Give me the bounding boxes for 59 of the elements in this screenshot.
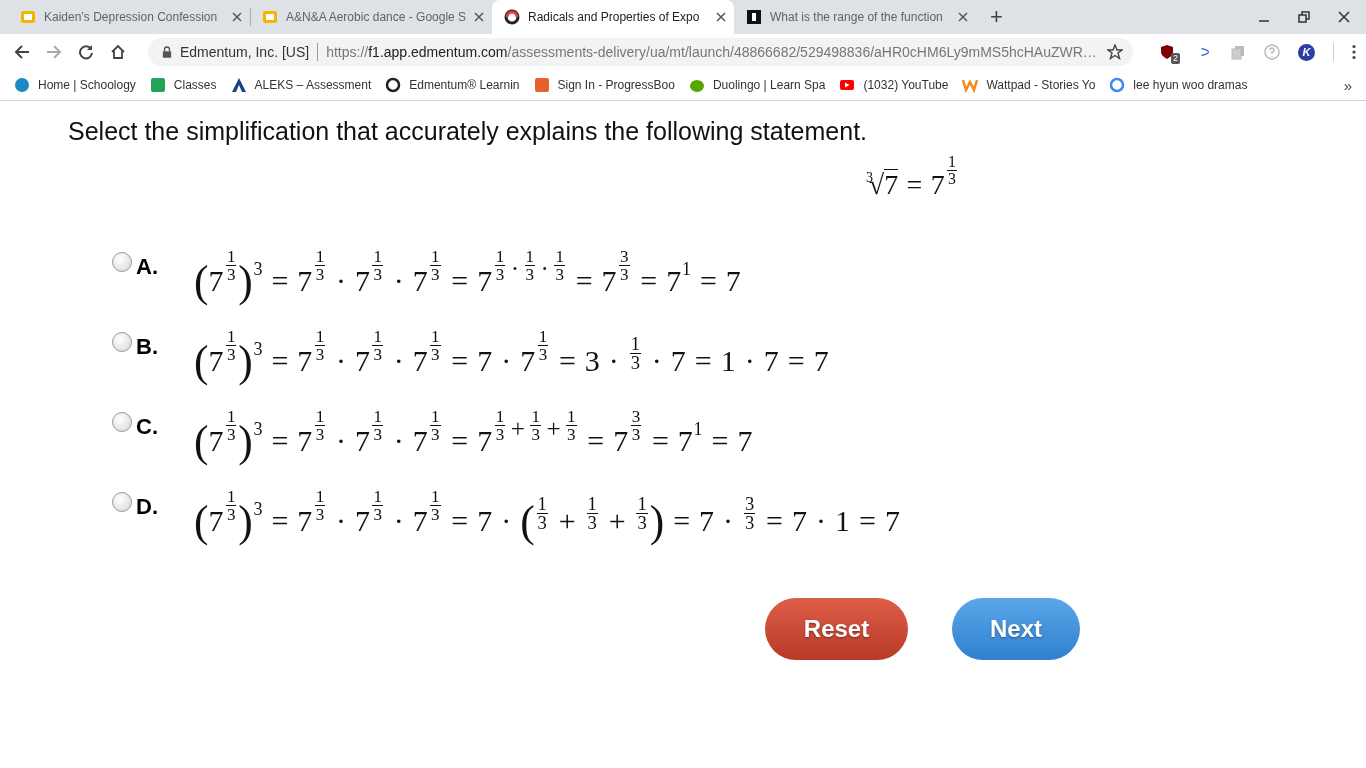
site-name: Edmentum, Inc. [US]	[180, 44, 310, 60]
star-icon[interactable]	[1107, 44, 1123, 60]
bookmark[interactable]: Classes	[149, 77, 217, 93]
question-text: Select the simplification that accurately explains the following statement.	[68, 117, 869, 146]
radio-button[interactable]	[112, 412, 132, 432]
ring-logo-icon	[385, 77, 402, 93]
bookmark[interactable]: Duolingo | Learn Spa	[688, 77, 826, 93]
tab-title: A&N&A Aerobic dance - Google S	[286, 10, 467, 24]
bookmark[interactable]: lee hyun woo dramas	[1109, 77, 1248, 93]
back-icon[interactable]	[14, 44, 30, 60]
url-text: https://f1.app.edmentum.com/assessments-delivery/ua/mt/launch/48866682/529498836/aHR0cHM6Ly9mMS5hcHAuZWR…	[326, 44, 1098, 60]
radio-button[interactable]	[112, 332, 132, 352]
browser-tab[interactable]: Kaiden’s Depression Confession	[8, 0, 250, 34]
more-bookmarks-button[interactable]: »	[1339, 76, 1356, 94]
bookmark[interactable]: (1032) YouTube	[839, 77, 949, 93]
lock-icon	[162, 46, 172, 58]
menu-icon[interactable]	[1352, 44, 1356, 60]
new-tab-button[interactable]: +	[978, 0, 1015, 34]
reset-button[interactable]: Reset	[765, 598, 908, 660]
restore-icon[interactable]	[1298, 11, 1310, 23]
bookmark[interactable]: Home | Schoology	[14, 77, 136, 93]
square-logo-icon	[533, 77, 550, 93]
option-letter: A.	[135, 254, 159, 280]
shield-icon[interactable]	[1159, 44, 1175, 60]
bookmark[interactable]: ALEKS – Assessment	[230, 77, 372, 93]
close-icon[interactable]	[474, 12, 485, 22]
close-icon[interactable]	[232, 12, 242, 22]
address-bar[interactable]: Edmentum, Inc. [US] https://f1.app.edmentum.com/assessments-delivery/ua/mt/launch/48866682/529498836/aHR0cHM6Ly9mMS5hcHAuZWR…	[148, 38, 1133, 66]
ring-logo-icon	[504, 9, 520, 25]
triangle-logo-icon	[230, 77, 247, 93]
play-icon	[839, 77, 856, 93]
circle-logo-icon	[14, 77, 30, 93]
option-letter: D.	[135, 494, 159, 520]
radio-button[interactable]	[112, 492, 132, 512]
browser-tab[interactable]: Radicals and Properties of Expo	[492, 0, 734, 34]
bookmark[interactable]: Edmentum® Learnin	[385, 77, 520, 93]
profile-avatar[interactable]: K	[1298, 43, 1315, 61]
slide-icon	[20, 9, 36, 25]
close-icon[interactable]	[958, 12, 968, 22]
option-letter: B.	[135, 334, 159, 360]
browser-tab[interactable]: What is the range of the function	[734, 0, 976, 34]
radio-button[interactable]	[112, 252, 132, 272]
bookmark[interactable]: Sign In - ProgressBoo	[533, 77, 675, 93]
reload-icon[interactable]	[78, 44, 94, 60]
tab-title: What is the range of the function	[770, 10, 944, 24]
square-logo-icon	[149, 77, 166, 93]
tab-title: Kaiden’s Depression Confession	[44, 10, 219, 24]
slide-icon	[262, 9, 278, 25]
close-icon[interactable]	[716, 12, 726, 22]
zigzag-logo-icon	[962, 77, 979, 93]
tab-title: Radicals and Properties of Expo	[528, 10, 701, 24]
close-icon[interactable]	[1338, 11, 1350, 23]
browser-tab[interactable]: A&N&A Aerobic dance - Google S	[250, 0, 492, 34]
count-badge: 2	[1171, 53, 1180, 64]
bookmark[interactable]: Wattpad - Stories Yo	[962, 77, 1096, 93]
square-logo-icon	[746, 9, 762, 25]
ring-logo-icon	[1109, 77, 1126, 93]
home-icon[interactable]	[110, 44, 126, 60]
option-letter: C.	[135, 414, 159, 440]
